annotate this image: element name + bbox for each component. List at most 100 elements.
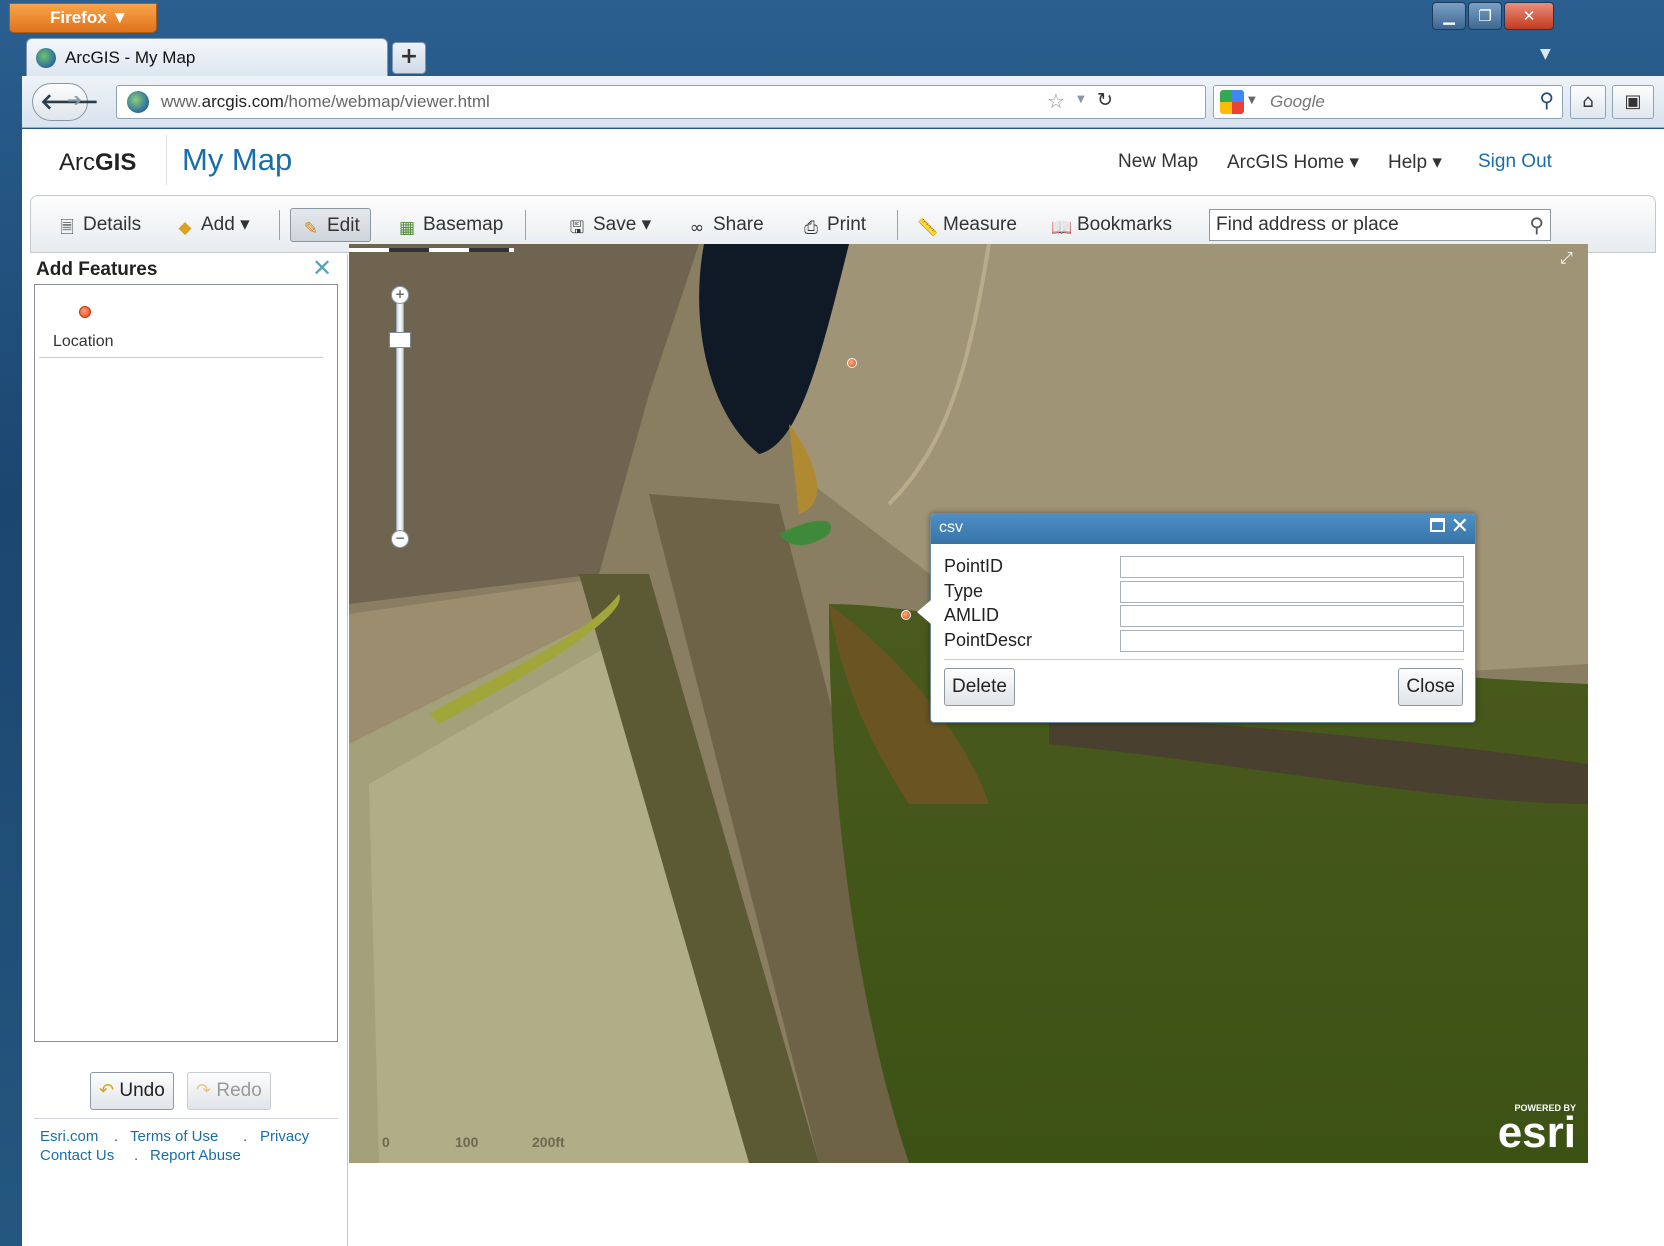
- edit-button[interactable]: ✎ Edit: [290, 208, 371, 242]
- field-label-amlid: AMLID: [944, 605, 1000, 625]
- contact-us-link[interactable]: Contact Us: [40, 1147, 114, 1164]
- header-divider: [166, 135, 167, 185]
- measure-icon: 📏: [917, 218, 939, 238]
- field-input-pointid[interactable]: [1120, 556, 1464, 578]
- field-input-amlid[interactable]: [1120, 605, 1464, 627]
- tab-title: ArcGIS - My Map: [65, 48, 196, 67]
- zoom-thumb[interactable]: [389, 332, 411, 348]
- footer-separator: .: [243, 1128, 248, 1145]
- new-tab-button[interactable]: +: [392, 42, 426, 74]
- delete-button[interactable]: Delete: [944, 668, 1015, 706]
- arcgis-page: ArcGIS My Map New Map ArcGIS Home ▾ Help…: [22, 129, 1664, 1246]
- back-forward-buttons[interactable]: 🡐 ➔: [32, 83, 99, 121]
- forward-icon[interactable]: ➔: [67, 90, 82, 111]
- zoom-out-icon[interactable]: −: [391, 530, 409, 548]
- dropdown-chevron-icon[interactable]: ▼: [1077, 94, 1085, 105]
- undo-label: Undo: [119, 1080, 165, 1101]
- add-icon: ◆: [178, 218, 192, 238]
- map-title: My Map: [182, 142, 293, 177]
- redo-button[interactable]: ↷ Redo: [187, 1072, 271, 1110]
- add-button[interactable]: ◆ Add ▾: [175, 208, 249, 242]
- url-bar[interactable]: www.arcgis.com/home/webmap/viewer.html ☆…: [116, 85, 1206, 119]
- measure-button[interactable]: 📏 Measure: [917, 208, 1017, 242]
- map-point-marker-selected[interactable]: [901, 610, 911, 620]
- zoom-slider[interactable]: + −: [389, 286, 411, 548]
- popup-title: csv: [939, 519, 963, 536]
- home-icon[interactable]: ⌂: [1570, 85, 1606, 119]
- zoom-in-icon[interactable]: +: [391, 286, 409, 304]
- url-prefix: www.: [161, 92, 202, 111]
- tab-list-chevron-icon[interactable]: ▼: [1540, 46, 1551, 62]
- toolbar-divider: [279, 210, 280, 240]
- terms-of-use-link[interactable]: Terms of Use: [130, 1128, 218, 1145]
- firefox-menu-button[interactable]: Firefox ▼: [9, 3, 157, 33]
- esri-wordmark: esri: [1497, 1108, 1576, 1157]
- share-button[interactable]: ∞ Share: [687, 208, 764, 242]
- minimize-button[interactable]: ▁: [1432, 2, 1466, 30]
- save-label: Save ▾: [593, 214, 652, 235]
- print-label: Print: [827, 214, 867, 235]
- privacy-link[interactable]: Privacy: [260, 1128, 309, 1145]
- feature-popup: csv ✕ PointID Type AMLID PointDescr Dele…: [917, 513, 1476, 723]
- print-button[interactable]: ⎙ Print: [801, 208, 866, 242]
- basemap-button[interactable]: ▦ Basemap: [397, 208, 503, 242]
- help-menu[interactable]: Help ▾: [1388, 151, 1442, 174]
- basemap-icon: ▦: [398, 218, 416, 238]
- field-label-pointid: PointID: [944, 556, 1004, 576]
- addon-icon[interactable]: ▣: [1612, 85, 1654, 119]
- scale-label-100: 100: [455, 1134, 479, 1150]
- search-icon[interactable]: ⚲: [1539, 88, 1554, 112]
- report-abuse-link[interactable]: Report Abuse: [150, 1147, 241, 1164]
- find-address-input[interactable]: Find address or place ⚲: [1209, 209, 1551, 241]
- reload-icon[interactable]: ↻: [1097, 89, 1113, 111]
- browser-window: Firefox ▼ ▁ ❐ ✕ ArcGIS - My Map + ▼ 🡐 ➔ …: [0, 0, 1664, 1246]
- window-close-button[interactable]: ✕: [1504, 2, 1554, 30]
- redo-icon: ↷: [196, 1080, 212, 1101]
- field-input-pointdescr[interactable]: [1120, 630, 1464, 652]
- arcgis-home-menu[interactable]: ArcGIS Home ▾: [1227, 151, 1359, 174]
- share-icon: ∞: [689, 218, 705, 238]
- close-icon[interactable]: ✕: [1451, 514, 1469, 539]
- sign-out-link[interactable]: Sign Out: [1478, 151, 1552, 173]
- esri-logo[interactable]: POWERED BY esri: [1497, 1103, 1576, 1157]
- search-engine-box[interactable]: ▼ Google ⚲: [1213, 85, 1563, 119]
- close-button[interactable]: Close: [1398, 668, 1463, 706]
- bookmarks-icon: 📖: [1051, 218, 1073, 238]
- search-icon[interactable]: ⚲: [1529, 213, 1544, 237]
- maximize-button[interactable]: ❐: [1468, 2, 1502, 30]
- details-button[interactable]: 🗏 Details: [57, 208, 141, 242]
- template-divider: [39, 357, 323, 358]
- undo-icon: ↶: [99, 1080, 115, 1101]
- maximize-icon[interactable]: [1430, 518, 1445, 532]
- details-label: Details: [83, 214, 142, 235]
- esri-link[interactable]: Esri.com: [40, 1128, 98, 1145]
- template-location[interactable]: Location: [35, 285, 337, 357]
- add-features-panel: Add Features ✕ Location ↶ Undo ↷ Redo Es…: [30, 254, 348, 1246]
- star-icon[interactable]: ☆: [1047, 89, 1065, 113]
- undo-button[interactable]: ↶ Undo: [90, 1072, 174, 1110]
- fullscreen-icon[interactable]: ⤢: [1560, 248, 1578, 267]
- find-placeholder: Find address or place: [1216, 214, 1399, 235]
- search-engine-placeholder: Google: [1270, 92, 1325, 111]
- map-point-marker[interactable]: [847, 358, 857, 368]
- pencil-icon: ✎: [303, 219, 319, 239]
- google-icon[interactable]: [1220, 90, 1244, 114]
- arcgis-logo[interactable]: ArcGIS: [59, 149, 136, 177]
- save-button[interactable]: 🖫 Save ▾: [567, 208, 651, 242]
- footer-separator: .: [134, 1147, 139, 1164]
- footer-divider: [34, 1118, 338, 1119]
- scale-label-0: 0: [382, 1134, 390, 1150]
- bookmarks-button[interactable]: 📖 Bookmarks: [1051, 208, 1172, 242]
- logo-bold: GIS: [95, 149, 137, 176]
- field-label-pointdescr: PointDescr: [944, 630, 1033, 650]
- url-domain: arcgis.com: [201, 92, 284, 111]
- new-map-link[interactable]: New Map: [1118, 151, 1198, 173]
- field-input-type[interactable]: [1120, 581, 1464, 603]
- navigation-bar: 🡐 ➔ www.arcgis.com/home/webmap/viewer.ht…: [22, 76, 1664, 128]
- close-icon[interactable]: ✕: [312, 254, 332, 282]
- dropdown-chevron-icon[interactable]: ▼: [1248, 95, 1256, 106]
- browser-tab[interactable]: ArcGIS - My Map: [26, 38, 388, 76]
- scale-label-200ft: 200ft: [532, 1134, 565, 1150]
- footer-separator: .: [114, 1128, 119, 1145]
- toolbar-divider: [897, 210, 898, 240]
